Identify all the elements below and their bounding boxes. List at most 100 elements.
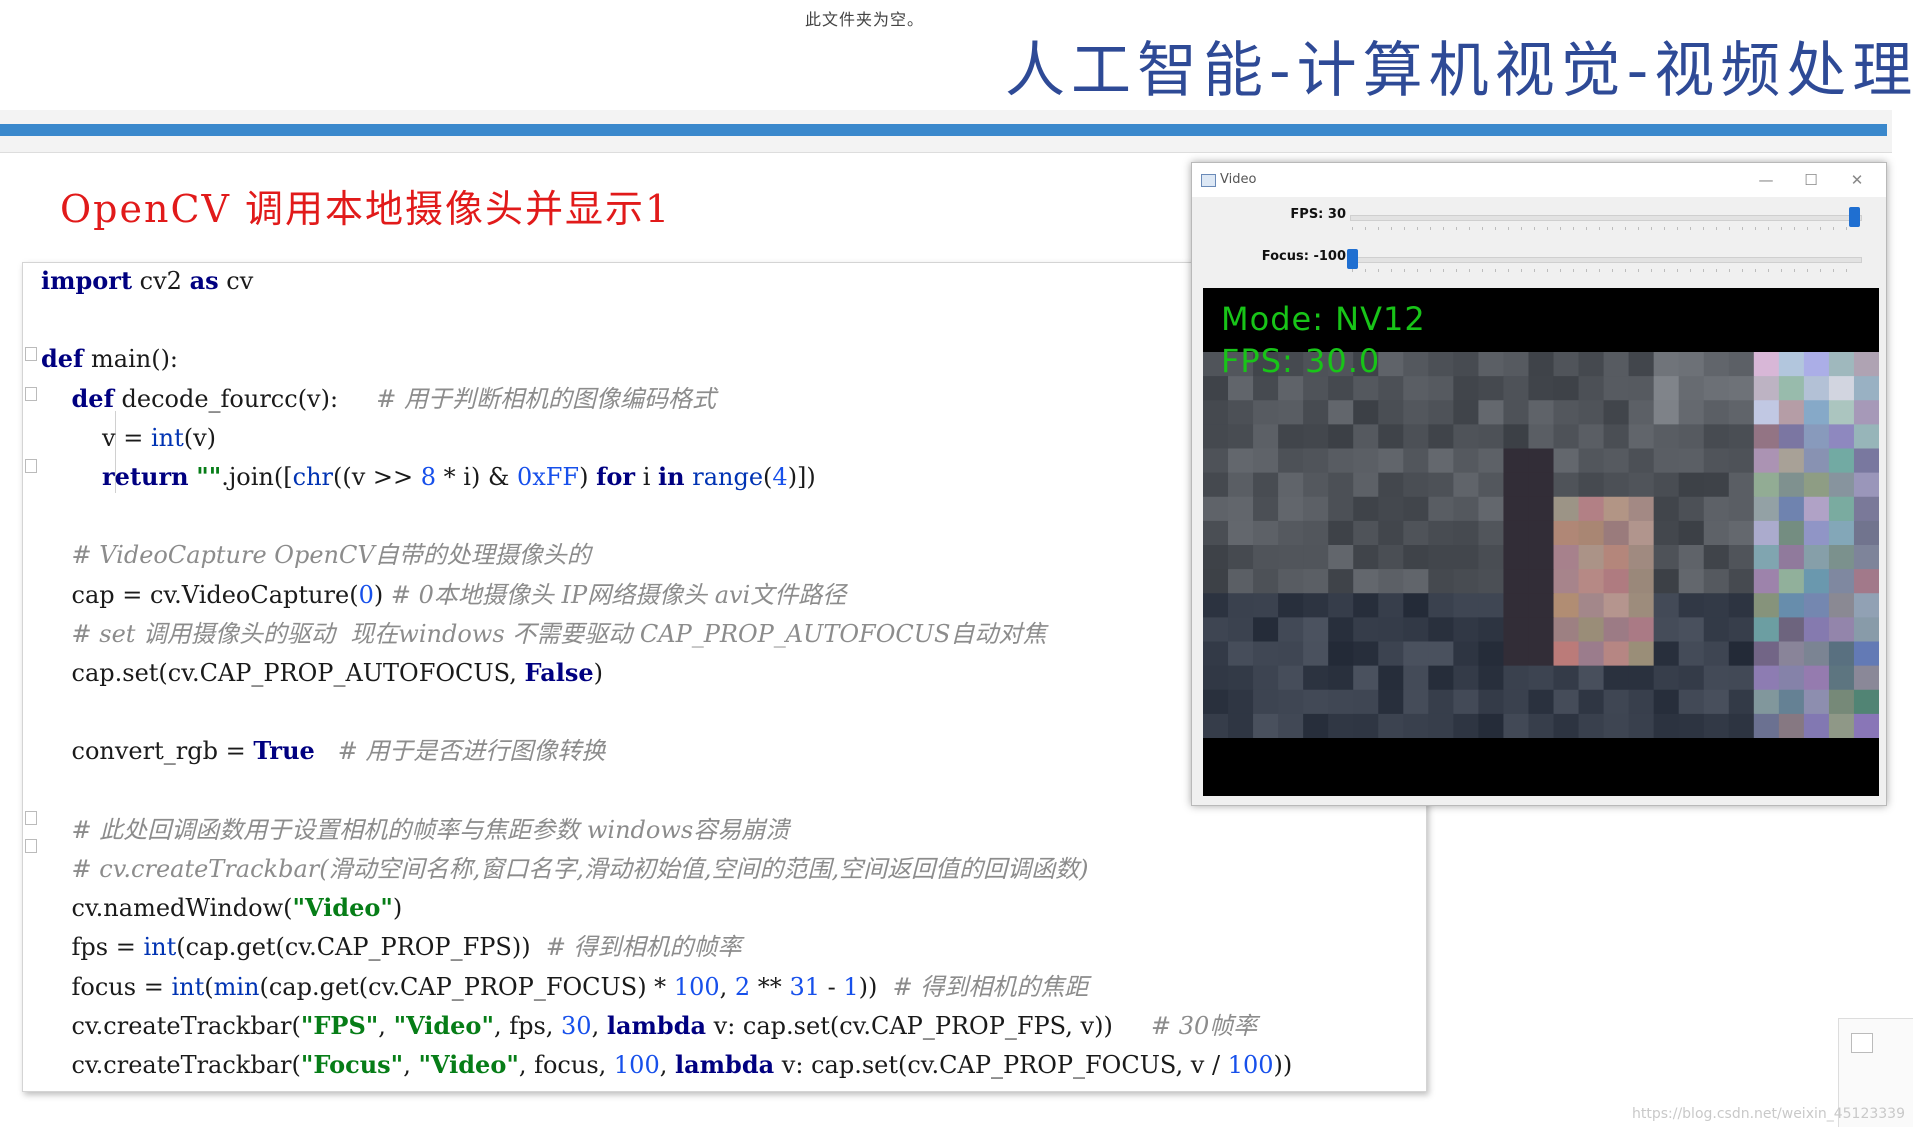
image-pixel <box>1528 352 1555 377</box>
window-titlebar[interactable]: Video — ☐ ✕ <box>1192 163 1886 197</box>
code-token: "" <box>196 462 222 491</box>
image-pixel <box>1678 593 1705 618</box>
minimize-button[interactable]: — <box>1755 169 1777 191</box>
image-pixel <box>1553 665 1580 691</box>
image-pixel <box>1653 593 1680 618</box>
image-pixel <box>1653 376 1680 401</box>
image-pixel <box>1603 520 1630 546</box>
image-pixel <box>1403 496 1429 522</box>
image-pixel <box>1253 472 1279 498</box>
image-pixel <box>1528 400 1555 425</box>
trackbar-fps-track[interactable] <box>1350 215 1862 221</box>
image-pixel <box>1403 665 1429 691</box>
image-pixel <box>1603 689 1630 715</box>
window-title: Video <box>1220 172 1257 187</box>
image-pixel <box>1228 569 1254 594</box>
image-pixel <box>1778 641 1805 667</box>
trackbar-focus-thumb[interactable] <box>1347 249 1358 269</box>
code-token: ( <box>204 972 214 1001</box>
code-token: )) <box>858 972 893 1001</box>
image-pixel <box>1803 641 1830 667</box>
image-pixel <box>1528 665 1555 691</box>
trackbar-focus-track[interactable] <box>1350 257 1862 263</box>
image-pixel <box>1253 689 1279 715</box>
image-pixel <box>1403 400 1429 425</box>
image-pixel <box>1628 520 1655 546</box>
image-pixel <box>1528 472 1555 498</box>
image-pixel <box>1728 424 1755 450</box>
code-token: import <box>41 266 133 295</box>
image-pixel <box>1753 496 1780 522</box>
image-pixel <box>1453 400 1480 425</box>
fold-marker[interactable] <box>25 347 37 361</box>
image-pixel <box>1753 424 1780 450</box>
image-pixel <box>1653 713 1680 738</box>
image-pixel <box>1278 400 1304 425</box>
image-pixel <box>1828 424 1855 450</box>
image-pixel <box>1203 424 1229 450</box>
maximize-button[interactable]: ☐ <box>1800 169 1822 191</box>
image-pixel <box>1703 448 1730 474</box>
image-pixel <box>1703 569 1730 594</box>
trackbar-fps[interactable]: FPS: 30 <box>1192 203 1886 233</box>
image-pixel <box>1303 400 1329 425</box>
image-pixel <box>1753 641 1780 667</box>
scroll-thumb[interactable] <box>1851 1033 1873 1053</box>
image-pixel <box>1553 617 1580 643</box>
trackbar-focus[interactable]: Focus: -100 <box>1192 245 1886 275</box>
image-pixel <box>1603 400 1630 425</box>
image-pixel <box>1753 593 1780 618</box>
image-pixel <box>1803 376 1830 401</box>
image-pixel <box>1803 593 1830 618</box>
image-pixel <box>1728 472 1755 498</box>
image-pixel <box>1478 448 1505 474</box>
code-token: 100 <box>1227 1051 1274 1079</box>
image-pixel <box>1653 520 1680 546</box>
image-pixel <box>1653 472 1680 498</box>
code-token: 0 <box>358 580 374 609</box>
code-token: cv2 <box>132 267 190 295</box>
image-pixel <box>1303 641 1329 667</box>
trackbar-fps-thumb[interactable] <box>1849 207 1860 227</box>
image-pixel <box>1553 520 1580 546</box>
code-token: int <box>171 972 205 1001</box>
image-pixel <box>1703 400 1730 425</box>
image-pixel <box>1228 472 1254 498</box>
code-token: in <box>658 462 685 491</box>
image-pixel <box>1353 520 1379 546</box>
close-button[interactable]: ✕ <box>1846 169 1868 191</box>
image-pixel <box>1628 593 1655 618</box>
image-pixel <box>1853 496 1879 522</box>
image-pixel <box>1803 424 1830 450</box>
code-token: 1 <box>843 972 859 1001</box>
image-pixel <box>1453 641 1480 667</box>
fold-marker[interactable] <box>25 839 37 853</box>
fold-marker[interactable] <box>25 387 37 401</box>
fold-marker[interactable] <box>25 811 37 825</box>
image-pixel <box>1653 665 1680 691</box>
image-pixel <box>1553 400 1580 425</box>
code-line: cv.namedWindow("Video") <box>41 890 403 926</box>
image-pixel <box>1278 424 1304 450</box>
code-token: cv.createTrackbar( <box>41 1011 301 1040</box>
image-pixel <box>1203 665 1229 691</box>
image-pixel <box>1203 520 1229 546</box>
image-pixel <box>1553 472 1580 498</box>
image-pixel <box>1428 641 1454 667</box>
image-pixel <box>1803 496 1830 522</box>
fold-marker[interactable] <box>25 459 37 473</box>
image-pixel <box>1453 593 1480 618</box>
image-pixel <box>1828 569 1855 594</box>
image-pixel <box>1578 713 1605 738</box>
image-pixel <box>1428 713 1454 738</box>
image-pixel <box>1728 448 1755 474</box>
image-pixel <box>1828 472 1855 498</box>
code-token: cv <box>218 267 254 295</box>
image-pixel <box>1578 617 1605 643</box>
video-window[interactable]: Video — ☐ ✕ FPS: 30 Focus: -100 Mode: NV… <box>1191 162 1887 806</box>
image-pixel <box>1828 665 1855 691</box>
image-pixel <box>1728 545 1755 570</box>
image-pixel <box>1553 448 1580 474</box>
image-pixel <box>1378 352 1404 377</box>
